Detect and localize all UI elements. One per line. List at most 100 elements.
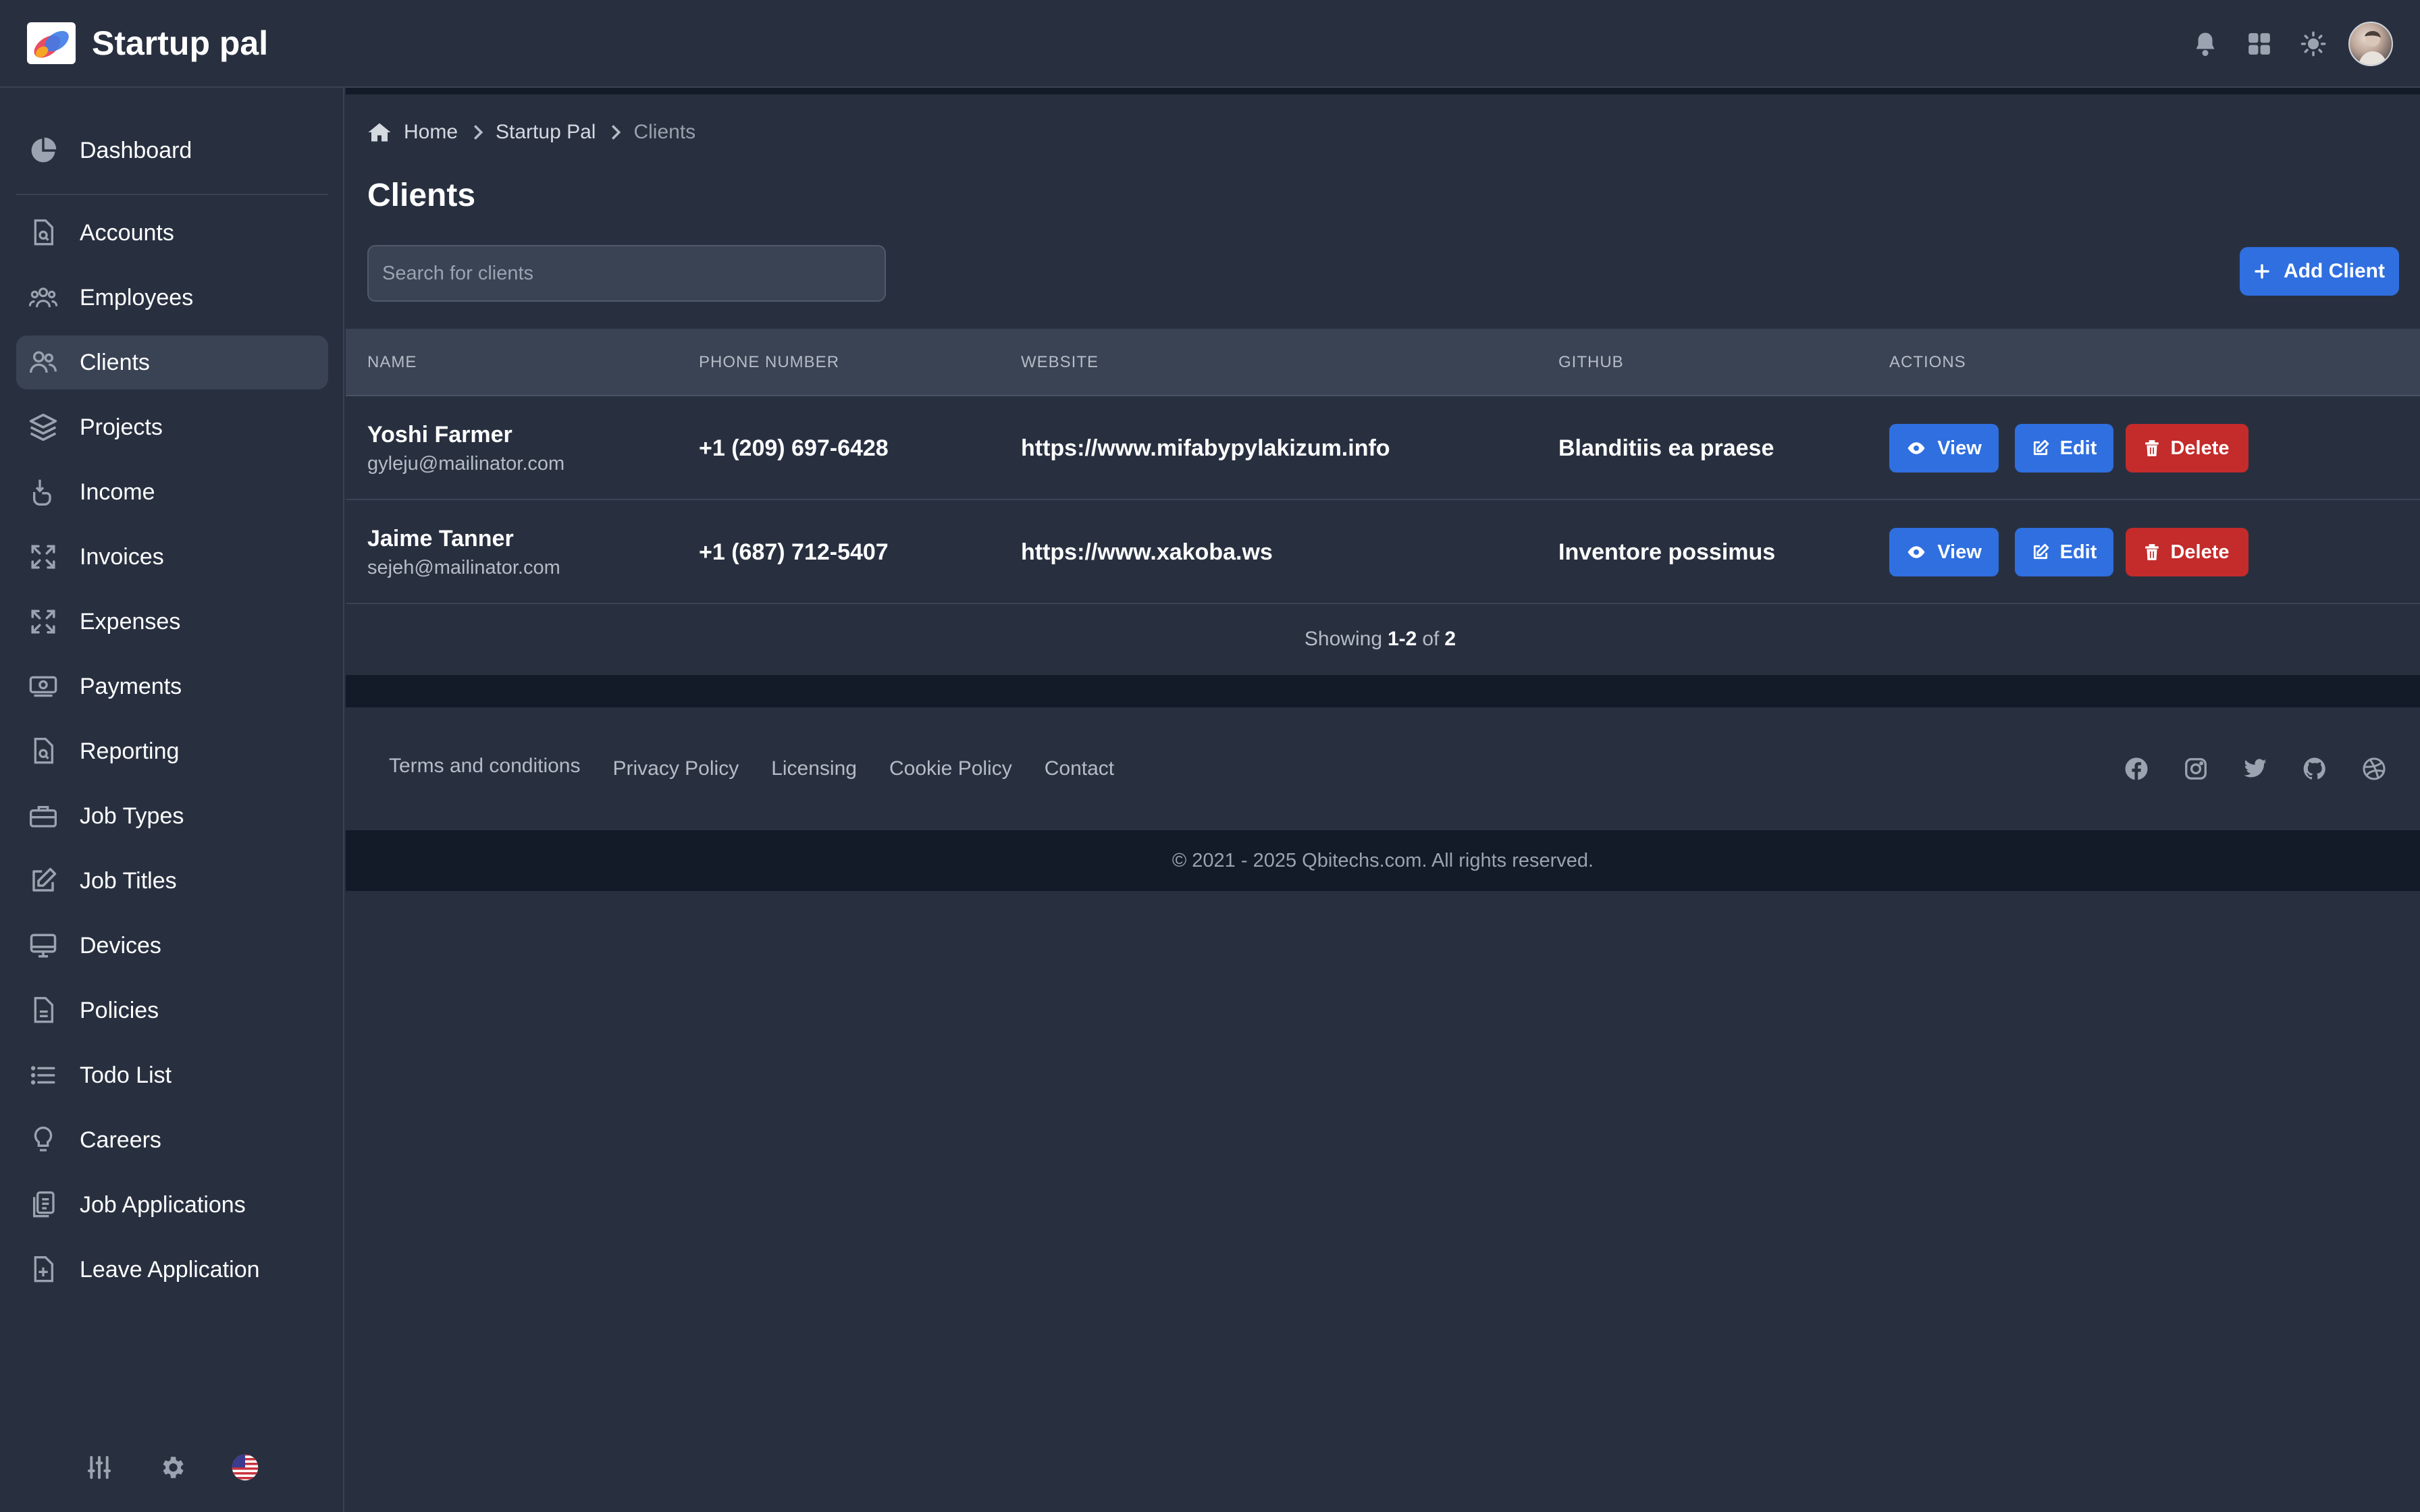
bell-icon[interactable] [2178,20,2232,68]
client-name-cell: Yoshi Farmer gyleju@mailinator.com [367,396,564,500]
list-icon [27,1059,59,1091]
client-phone: +1 (687) 712-5407 [699,539,889,565]
footer-link-privacy[interactable]: Privacy Policy [612,757,739,780]
delete-label: Delete [2170,541,2230,563]
sidebar-item-payments[interactable]: Payments [16,659,328,713]
sidebar-item-employees[interactable]: Employees [16,271,328,325]
apps-grid-icon[interactable] [2232,20,2286,68]
sidebar-item-label: Dashboard [80,138,192,163]
sidebar-item-label: Devices [80,933,161,959]
edit-button[interactable]: Edit [2015,424,2113,473]
delete-button[interactable]: Delete [2126,528,2248,576]
sidebar-item-label: Leave Application [80,1257,260,1282]
view-button[interactable]: View [1889,528,1999,576]
top-strip [346,88,2420,94]
sidebar-item-dashboard[interactable]: Dashboard [16,124,328,178]
header-actions [2178,20,2393,68]
of-label: of [1422,628,1440,650]
gear-icon[interactable] [155,1450,190,1485]
sliders-icon[interactable] [82,1450,117,1485]
github-icon[interactable] [2301,755,2328,782]
users-group-icon [27,281,59,314]
view-button[interactable]: View [1889,424,1999,473]
client-name: Yoshi Farmer [367,422,512,448]
sidebar-item-expenses[interactable]: Expenses [16,595,328,649]
breadcrumb-home[interactable]: Home [404,121,458,144]
document-search-icon [27,735,59,767]
footer-link-cookie[interactable]: Cookie Policy [889,757,1012,780]
chevron-right-icon [473,124,483,141]
sidebar-item-job-applications[interactable]: Job Applications [16,1178,328,1232]
sidebar-footer [0,1447,344,1488]
sidebar-item-accounts[interactable]: Accounts [16,206,328,260]
sidebar-item-clients[interactable]: Clients [16,335,328,389]
row-actions: View Edit Delete [1889,396,2265,500]
instagram-icon[interactable] [2182,755,2209,782]
dribbble-icon[interactable] [2361,755,2388,782]
delete-button[interactable]: Delete [2126,424,2248,473]
sidebar-item-label: Policies [80,998,159,1023]
column-header-name[interactable]: NAME [367,329,417,396]
section-gap [346,675,2420,707]
client-github-cell: Inventore possimus [1558,500,1775,604]
client-email: sejeh@mailinator.com [367,557,560,578]
sidebar-item-label: Income [80,479,155,505]
edit-button[interactable]: Edit [2015,528,2113,576]
copyright: © 2021 - 2025 Qbitechs.com. All rights r… [346,830,2420,891]
app-logo[interactable] [27,22,76,64]
sidebar-item-leave-application[interactable]: Leave Application [16,1243,328,1297]
footer-link-contact[interactable]: Contact [1045,757,1114,780]
sidebar-item-label: Employees [80,285,194,310]
sidebar-item-projects[interactable]: Projects [16,400,328,454]
client-phone: +1 (209) 697-6428 [699,435,889,461]
sidebar-item-reporting[interactable]: Reporting [16,724,328,778]
sidebar-item-job-titles[interactable]: Job Titles [16,854,328,908]
edit-label: Edit [2059,437,2097,459]
footer-links: Terms and conditions Privacy Policy Lice… [389,707,1147,830]
sidebar-item-policies[interactable]: Policies [16,983,328,1037]
sidebar-item-label: Accounts [80,220,174,246]
client-website-cell: https://www.mifabypylakizum.info [1021,396,1390,500]
user-avatar[interactable] [2348,22,2393,66]
column-header-website[interactable]: WEBSITE [1021,329,1099,396]
footer-link-terms[interactable]: Terms and conditions [389,755,580,778]
showing-total: 2 [1444,628,1456,650]
sidebar-item-label: Careers [80,1127,161,1153]
sidebar-item-careers[interactable]: Careers [16,1113,328,1167]
twitter-icon[interactable] [2242,755,2269,782]
breadcrumb: Home Startup Pal Clients [367,117,695,147]
breadcrumb-startup-pal[interactable]: Startup Pal [496,121,596,144]
sidebar-item-job-types[interactable]: Job Types [16,789,328,843]
sidebar-item-label: Job Types [80,803,184,829]
social-links [2123,707,2388,830]
edit-icon [2033,439,2049,456]
breadcrumb-clients: Clients [633,121,696,143]
sun-icon[interactable] [2286,20,2340,68]
column-header-phone[interactable]: PHONE NUMBER [699,329,839,396]
sidebar-item-label: Reporting [80,738,180,764]
view-label: View [1937,437,1982,459]
showing-label: Showing [1304,628,1382,650]
sidebar-item-income[interactable]: Income [16,465,328,519]
home-icon[interactable] [367,121,392,144]
sidebar-item-label: Expenses [80,609,181,634]
pie-chart-icon [27,134,59,167]
add-client-button[interactable]: Add Client [2240,247,2399,296]
page-footer: Terms and conditions Privacy Policy Lice… [346,707,2420,830]
facebook-icon[interactable] [2123,755,2150,782]
plus-icon [2254,263,2270,279]
column-header-github[interactable]: GITHUB [1558,329,1624,396]
search-input[interactable] [367,245,886,302]
trash-icon [2145,440,2159,456]
sidebar-item-devices[interactable]: Devices [16,919,328,973]
footer-link-licensing[interactable]: Licensing [771,757,857,780]
layers-icon [27,411,59,443]
client-phone-cell: +1 (209) 697-6428 [699,396,889,500]
sidebar-item-todo-list[interactable]: Todo List [16,1048,328,1102]
us-flag-icon[interactable] [228,1450,263,1485]
document-icon [27,994,59,1027]
sidebar-item-label: Payments [80,674,182,699]
sidebar-item-label: Todo List [80,1062,172,1088]
sidebar-item-invoices[interactable]: Invoices [16,530,328,584]
top-header: Startup pal [0,0,2420,88]
